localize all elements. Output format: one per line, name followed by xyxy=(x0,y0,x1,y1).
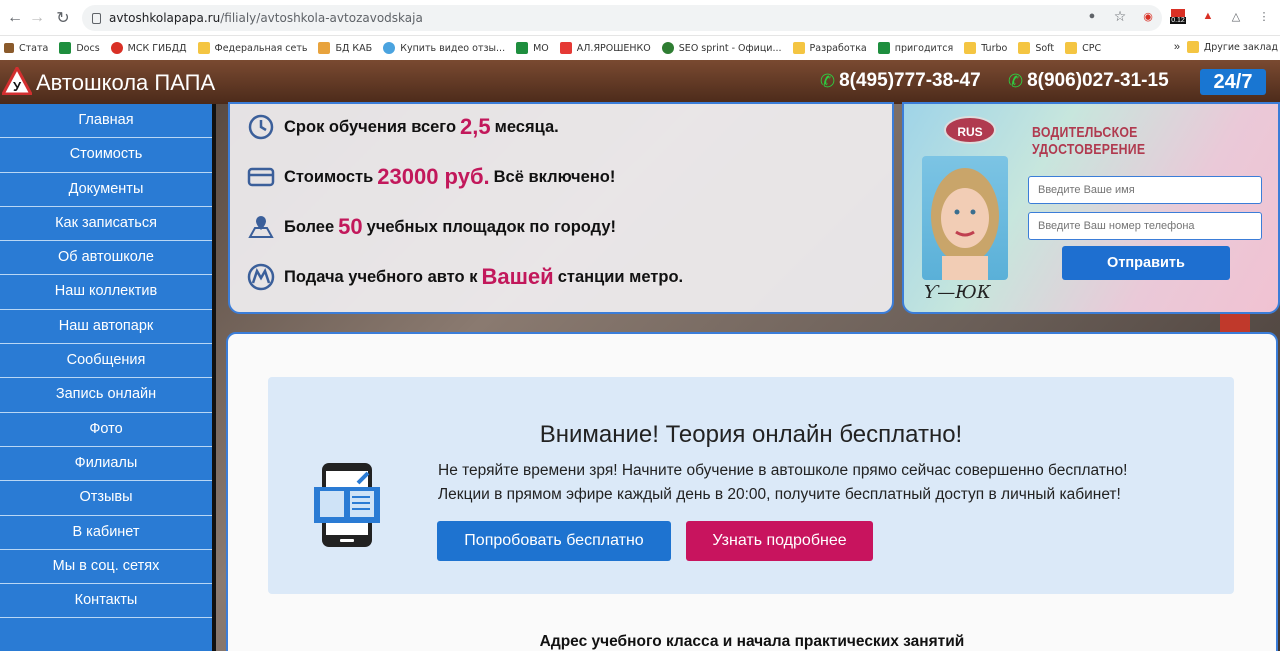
benefit-duration: Срок обучения всего 2,5 месяца. xyxy=(246,112,559,142)
license-signup-form: RUS ВОДИТЕЛЬСКОЕ УДОСТОВЕРЕНИЕ Отправить… xyxy=(902,102,1280,314)
address-bar[interactable]: avtoshkolapapa.ru/filialy/avtoshkola-avt… xyxy=(82,5,1162,31)
try-free-button[interactable]: Попробовать бесплатно xyxy=(437,521,671,561)
folder-icon xyxy=(1018,42,1031,54)
submit-button[interactable]: Отправить xyxy=(1062,246,1230,280)
folder-icon xyxy=(1186,41,1199,53)
location-pin-icon[interactable]: ◉ xyxy=(1140,8,1156,24)
bookmark-star-icon[interactable]: ☆ xyxy=(1112,8,1128,24)
translate-icon[interactable]: ● xyxy=(1084,8,1100,24)
bookmark-item[interactable]: БД КАБ xyxy=(318,42,372,54)
bookmark-item[interactable]: Turbo xyxy=(964,42,1007,54)
sidebar-item-photo[interactable]: Фото xyxy=(0,413,212,447)
bookmark-item[interactable]: SEO sprint - Офици... xyxy=(661,42,782,54)
sidebar-item-how-to-enroll[interactable]: Как записаться xyxy=(0,207,212,242)
lock-icon xyxy=(92,12,101,24)
sheets-icon xyxy=(877,42,890,54)
site-header: У Автошкола ПАПА ✆ 8(495)777-38-47 ✆ 8(906… xyxy=(0,60,1280,104)
site-title[interactable]: Автошкола ПАПА xyxy=(36,70,215,96)
license-title: ВОДИТЕЛЬСКОЕ УДОСТОВЕРЕНИЕ xyxy=(1032,124,1146,158)
sidebar-item-documents[interactable]: Документы xyxy=(0,173,212,207)
bookmarks-overflow-button[interactable]: » xyxy=(1174,41,1180,53)
promo-text-line1: Не теряйте времени зря! Начните обучение… xyxy=(438,462,1128,479)
phone-lesson-icon xyxy=(314,463,380,547)
sidebar-item-messages[interactable]: Сообщения xyxy=(0,344,212,379)
benefit-metro: Подача учебного авто к Вашей станции метро… xyxy=(246,262,683,292)
map-location-icon xyxy=(246,212,276,242)
menu-icon[interactable]: ⋮ xyxy=(1256,8,1272,24)
warning-extension-icon[interactable]: ▲ xyxy=(1200,8,1216,24)
learn-more-button[interactable]: Узнать подробнее xyxy=(686,521,873,561)
svg-text:У: У xyxy=(13,79,22,94)
sidebar-item-branches[interactable]: Филиалы xyxy=(0,447,212,482)
sidebar-item-online-signup[interactable]: Запись онлайн xyxy=(0,378,212,413)
bookmark-item[interactable]: МО xyxy=(516,42,549,54)
translate-extension-icon[interactable]: △ xyxy=(1228,8,1244,24)
seo-icon xyxy=(661,42,674,54)
db-icon xyxy=(318,42,331,54)
apps-icon xyxy=(4,43,14,53)
sidebar-item-cabinet[interactable]: В кабинет xyxy=(0,516,212,550)
bookmark-item[interactable]: Soft xyxy=(1018,42,1054,54)
docs-icon xyxy=(59,42,72,54)
bookmark-item[interactable]: Docs xyxy=(59,42,100,54)
sidebar-item-reviews[interactable]: Отзывы xyxy=(0,481,212,516)
promo-title: Внимание! Теория онлайн бесплатно! xyxy=(539,421,963,448)
credit-card-icon xyxy=(246,162,276,192)
sidebar-item-home[interactable]: Главная xyxy=(0,104,212,139)
globe-icon xyxy=(383,42,396,54)
bookmark-item[interactable]: Федеральная сеть xyxy=(197,42,307,54)
sidebar-item-contacts[interactable]: Контакты xyxy=(0,584,212,619)
metro-icon xyxy=(246,262,276,292)
arrow-icon xyxy=(559,42,572,54)
sidebar-item-about[interactable]: Об автошколе xyxy=(0,241,212,276)
phone-icon: ✆ xyxy=(1008,70,1024,91)
sidebar-item-team[interactable]: Наш коллектив xyxy=(0,275,212,310)
bookmark-item[interactable]: Стата xyxy=(4,43,48,54)
promo-text-line2: Лекции в прямом эфире каждый день в 20:0… xyxy=(438,486,1121,503)
folder-icon xyxy=(964,42,977,54)
extensions-area: ● ☆ ◉ 0.12 ▲ △ ⋮ xyxy=(1084,8,1272,24)
signature: Ƴ—ЮК xyxy=(924,282,991,303)
address-heading: Адрес учебного класса и начала практичес… xyxy=(539,633,965,650)
phone-icon: ✆ xyxy=(820,70,836,91)
sidebar-menu: Главная Стоимость Документы Как записать… xyxy=(0,104,212,651)
map-pin-icon xyxy=(110,42,123,54)
other-bookmarks[interactable]: Другие заклад xyxy=(1186,41,1278,53)
browser-toolbar: ← → ↻ avtoshkolapapa.ru/filialy/avtoshko… xyxy=(0,0,1280,36)
phone-link-1[interactable]: ✆ 8(495)777-38-47 xyxy=(820,70,981,92)
bookmark-item[interactable]: Разработка xyxy=(792,42,867,54)
benefit-price: Стоимость 23000 руб. Всё включено! xyxy=(246,162,615,192)
phone-link-2[interactable]: ✆ 8(906)027-31-15 xyxy=(1008,70,1169,92)
sidebar-item-price[interactable]: Стоимость xyxy=(0,138,212,173)
availability-badge: 24/7 xyxy=(1200,69,1266,95)
bookmarks-bar: Стата Docs МСК ГИБДД Федеральная сеть БД… xyxy=(0,36,1280,60)
bookmark-item[interactable]: МСК ГИБДД xyxy=(110,42,187,54)
name-input[interactable] xyxy=(1028,176,1262,204)
reload-icon[interactable]: ↻ xyxy=(50,5,76,31)
license-photo xyxy=(922,156,1008,280)
sheets-icon xyxy=(516,42,529,54)
bookmark-item[interactable]: Купить видео отзы... xyxy=(383,42,505,54)
sidebar-item-social[interactable]: Мы в соц. сетях xyxy=(0,550,212,585)
folder-icon xyxy=(1065,42,1078,54)
counter-extension-icon[interactable]: 0.12 xyxy=(1168,8,1188,24)
bookmark-item[interactable]: АЛ.ЯРОШЕНКО xyxy=(559,42,651,54)
forward-icon[interactable]: → xyxy=(24,5,50,31)
url-text: avtoshkolapapa.ru/filialy/avtoshkola-avt… xyxy=(109,11,423,25)
folder-icon xyxy=(197,42,210,54)
benefits-card: Срок обучения всего 2,5 месяца. Стоимость 2… xyxy=(228,102,894,314)
sidebar-item-fleet[interactable]: Наш автопарк xyxy=(0,310,212,345)
phone-input[interactable] xyxy=(1028,212,1262,240)
bookmark-item[interactable]: CPC xyxy=(1065,42,1101,54)
warning-sign-logo-icon[interactable]: У xyxy=(2,67,32,95)
clock-icon xyxy=(246,112,276,142)
bookmark-item[interactable]: пригодится xyxy=(877,42,953,54)
rus-badge: RUS xyxy=(944,116,996,144)
folder-icon xyxy=(792,42,805,54)
benefit-sites: Более 50 учебных площадок по городу! xyxy=(246,212,616,242)
